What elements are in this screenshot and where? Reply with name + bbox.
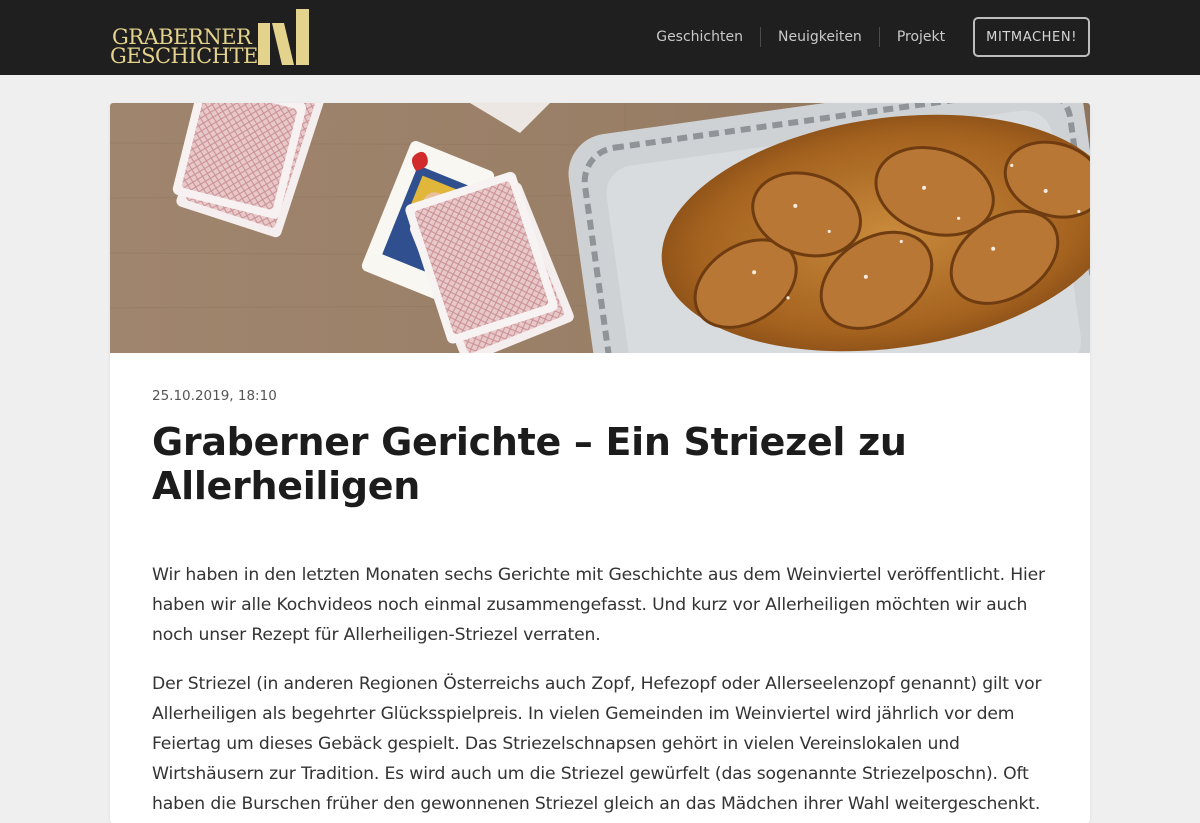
article-content: 25.10.2019, 18:10 Graberner Gerichte – E… <box>152 386 1052 819</box>
nav-link-geschichten[interactable]: Geschichten <box>639 27 760 47</box>
logo-mark-icon <box>258 9 309 65</box>
nav-link-projekt[interactable]: Projekt <box>878 27 973 47</box>
nav-link-neuigkeiten[interactable]: Neuigkeiten <box>759 27 879 47</box>
mitmachen-button[interactable]: MITMACHEN! <box>973 17 1090 57</box>
main-nav: Geschichten Neuigkeiten Projekt MITMACHE… <box>639 15 1090 59</box>
site-logo[interactable]: GRABERNER GESCHICHTE <box>110 9 320 67</box>
logo-text-line2: GESCHICHTE <box>110 44 258 68</box>
article-paragraph: Wir haben in den letzten Monaten sechs G… <box>152 565 1045 645</box>
site-header: GRABERNER GESCHICHTE Geschichten Neuigke… <box>0 0 1200 75</box>
article-paragraph: Der Striezel (in anderen Regionen Österr… <box>152 674 1042 814</box>
article-card: 25.10.2019, 18:10 Graberner Gerichte – E… <box>110 103 1090 823</box>
article-title: Graberner Gerichte – Ein Striezel zu All… <box>152 420 907 508</box>
hero-image <box>110 103 1090 353</box>
article-date: 25.10.2019, 18:10 <box>152 388 277 404</box>
